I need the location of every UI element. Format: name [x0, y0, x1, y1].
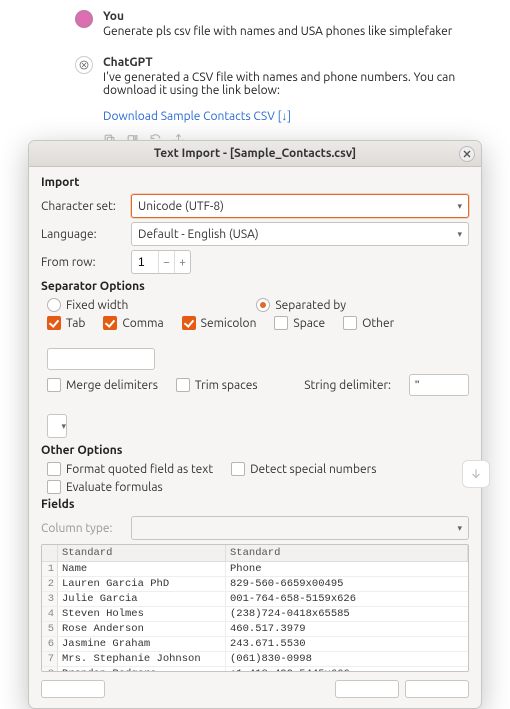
trim-spaces-checkbox[interactable]: Trim spaces — [176, 378, 258, 392]
fromrow-label: From row: — [41, 256, 123, 269]
fromrow-input[interactable] — [132, 255, 158, 269]
string-delim-combo[interactable]: ▾ — [47, 414, 67, 438]
download-link[interactable]: Download Sample Contacts CSV [↓] — [103, 110, 291, 123]
table-row[interactable]: 5Rose Anderson460.517.3979 — [42, 622, 468, 637]
fixed-width-radio[interactable]: Fixed width — [47, 298, 128, 312]
user-avatar — [75, 10, 93, 28]
merge-delim-checkbox[interactable]: Merge delimiters — [47, 378, 158, 392]
table-row[interactable]: 2Lauren Garcia PhD829-560-6659x00495 — [42, 577, 468, 592]
charset-combo[interactable]: Unicode (UTF-8) ▾ — [131, 194, 469, 218]
table-row[interactable]: 4Steven Holmes(238)724-0418x65585 — [42, 607, 468, 622]
detect-numbers-checkbox[interactable]: Detect special numbers — [231, 462, 376, 476]
string-delim-input[interactable] — [409, 374, 469, 396]
evaluate-formulas-checkbox[interactable]: Evaluate formulas — [47, 480, 163, 494]
col-header-2[interactable]: Standard — [226, 545, 468, 561]
other-input[interactable] — [47, 348, 155, 370]
separated-by-radio[interactable]: Separated by — [256, 298, 346, 312]
dialog-button[interactable] — [41, 680, 105, 698]
bot-avatar — [75, 56, 93, 74]
step-down[interactable]: − — [158, 251, 174, 273]
tab-checkbox[interactable]: Tab — [47, 316, 85, 330]
semicolon-checkbox[interactable]: Semicolon — [182, 316, 257, 330]
openai-icon — [78, 59, 90, 71]
format-quoted-checkbox[interactable]: Format quoted field as text — [47, 462, 213, 476]
bot-text: I've generated a CSV file with names and… — [103, 71, 482, 97]
dialog-button[interactable] — [405, 680, 469, 698]
separator-heading: Separator Options — [41, 280, 469, 293]
close-button[interactable] — [459, 146, 475, 162]
dialog-titlebar[interactable]: Text Import - [Sample_Contacts.csv] — [29, 141, 481, 167]
chevron-down-icon: ▾ — [457, 523, 462, 534]
user-name: You — [103, 10, 482, 23]
dialog-button[interactable] — [335, 680, 399, 698]
fromrow-spinner[interactable]: − + — [131, 250, 191, 274]
table-row[interactable]: 8Brendan Rodgers+1-418-499-5445x666 — [42, 667, 468, 672]
table-row[interactable]: 1NamePhone — [42, 562, 468, 577]
language-label: Language: — [41, 228, 123, 241]
preview-grid[interactable]: Standard Standard 1NamePhone2Lauren Garc… — [41, 544, 469, 672]
dialog-title: Text Import - [Sample_Contacts.csv] — [154, 147, 356, 160]
col-header-1[interactable]: Standard — [58, 545, 226, 561]
fields-heading: Fields — [41, 498, 469, 511]
scroll-down-button[interactable] — [462, 460, 490, 488]
charset-label: Character set: — [41, 200, 123, 213]
bot-name: ChatGPT — [103, 56, 482, 69]
user-text: Generate pls csv file with names and USA… — [103, 25, 482, 38]
arrow-down-icon — [469, 467, 483, 481]
other-options-heading: Other Options — [41, 444, 469, 457]
language-combo[interactable]: Default - English (USA) ▾ — [131, 222, 469, 246]
import-heading: Import — [41, 176, 469, 189]
other-checkbox[interactable]: Other — [343, 316, 394, 330]
table-row[interactable]: 6Jasmine Graham243.671.5530 — [42, 637, 468, 652]
comma-checkbox[interactable]: Comma — [103, 316, 163, 330]
string-delim-label: String delimiter: — [304, 379, 391, 392]
table-row[interactable]: 3Julie Garcia001-764-658-5159x626 — [42, 592, 468, 607]
chevron-down-icon: ▾ — [457, 201, 462, 212]
chevron-down-icon: ▾ — [61, 421, 66, 432]
space-checkbox[interactable]: Space — [274, 316, 325, 330]
close-icon — [463, 150, 471, 158]
column-type-label: Column type: — [41, 522, 123, 535]
step-up[interactable]: + — [174, 251, 190, 273]
text-import-dialog: Text Import - [Sample_Contacts.csv] Impo… — [28, 140, 482, 709]
column-type-combo: ▾ — [131, 516, 469, 540]
chevron-down-icon: ▾ — [457, 229, 462, 240]
table-row[interactable]: 7Mrs. Stephanie Johnson(061)830-0998 — [42, 652, 468, 667]
